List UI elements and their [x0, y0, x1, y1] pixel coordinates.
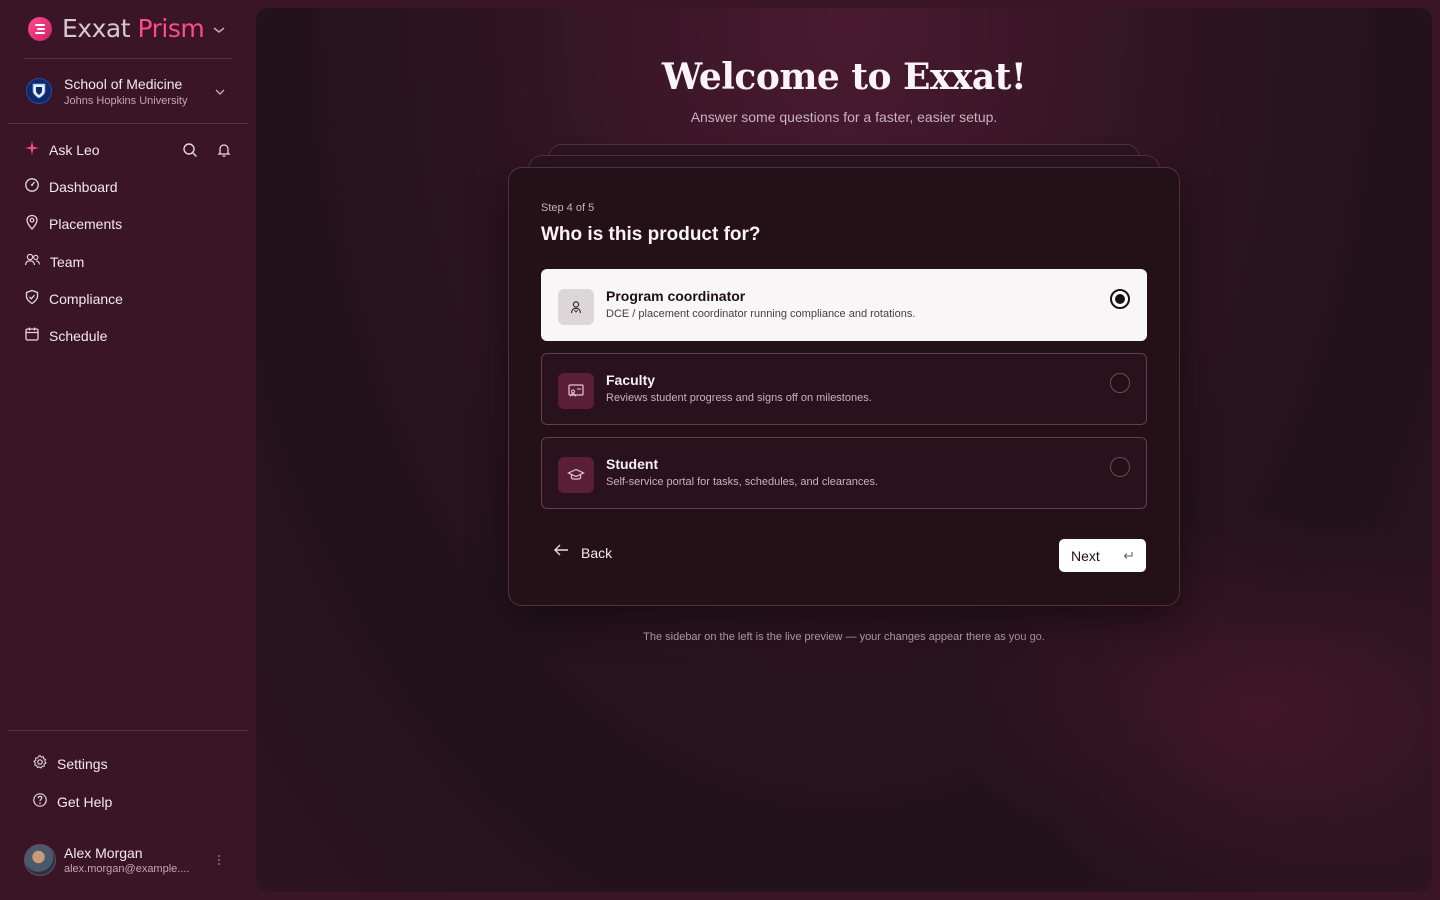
sparkle-icon	[24, 140, 40, 161]
option-title: Student	[606, 456, 659, 472]
divider	[24, 58, 232, 59]
brand-name: Exxat Prism	[62, 14, 205, 43]
option-description: Self-service portal for tasks, schedules…	[606, 476, 879, 488]
users-icon	[24, 252, 41, 273]
option-title: Faculty	[606, 372, 656, 388]
enter-key-icon	[1122, 549, 1134, 567]
university-crest-icon	[26, 78, 52, 104]
nav-item-schedule[interactable]: Schedule	[24, 325, 107, 347]
nav-label: Compliance	[49, 291, 123, 307]
main-panel: Welcome to Exxat! Answer some questions …	[256, 8, 1432, 892]
footnote: The sidebar on the left is the live prev…	[643, 631, 1045, 643]
presentation-icon	[558, 373, 594, 409]
page-subtitle: Answer some questions for a faster, easi…	[690, 109, 998, 125]
nav-label: Settings	[57, 756, 108, 772]
brand[interactable]: Exxat Prism	[28, 14, 205, 43]
nav-item-team[interactable]: Team	[24, 251, 84, 273]
help-circle-icon	[32, 792, 48, 813]
map-pin-icon	[24, 214, 40, 235]
onboarding-card: Step 4 of 5 Who is this product for? Pro…	[508, 167, 1180, 606]
graduation-cap-icon	[558, 457, 594, 493]
calendar-icon	[24, 326, 40, 347]
question-title: Who is this product for?	[541, 224, 761, 245]
nav-item-settings[interactable]: Settings	[32, 753, 108, 775]
back-label: Back	[581, 544, 613, 561]
option-student[interactable]: Student Self-service portal for tasks, s…	[541, 437, 1147, 509]
next-button[interactable]: Next	[1059, 539, 1146, 572]
step-indicator: Step 4 of 5	[541, 202, 595, 214]
option-description: DCE / placement coordinator running comp…	[606, 308, 916, 320]
chevron-down-icon[interactable]	[212, 22, 226, 40]
brand-name-part1: Exxat	[62, 14, 131, 43]
nav-item-placements[interactable]: Placements	[24, 213, 122, 235]
avatar	[24, 844, 56, 876]
nav-label: Dashboard	[49, 179, 118, 195]
sidebar: Exxat Prism School of Medicine Johns Hop…	[0, 0, 256, 900]
org-subtitle: Johns Hopkins University	[64, 94, 188, 107]
option-description: Reviews student progress and signs off o…	[606, 392, 872, 404]
divider	[8, 730, 248, 731]
page-title: Welcome to Exxat!	[661, 56, 1027, 98]
search-icon[interactable]	[180, 140, 200, 160]
user-name: Alex Morgan	[64, 845, 143, 861]
back-button[interactable]: Back	[553, 543, 612, 562]
option-program-coordinator[interactable]: Program coordinator DCE / placement coor…	[541, 269, 1147, 341]
divider	[8, 123, 248, 124]
nav-label: Get Help	[57, 794, 113, 810]
radio-selected[interactable]	[1110, 289, 1130, 309]
nav-item-ask-leo[interactable]: Ask Leo	[24, 139, 100, 161]
arrow-left-icon	[553, 543, 569, 562]
nav-item-get-help[interactable]: Get Help	[32, 791, 112, 813]
nav-label: Schedule	[49, 328, 108, 344]
user-profile[interactable]: Alex Morgan alex.morgan@example....	[24, 844, 190, 876]
radio-unselected[interactable]	[1110, 457, 1130, 477]
option-title: Program coordinator	[606, 288, 746, 304]
more-vertical-icon[interactable]	[214, 852, 224, 868]
nav-label: Team	[50, 254, 85, 270]
brand-name-part2: Prism	[137, 14, 205, 43]
brand-logo-icon	[28, 16, 52, 41]
user-icon	[558, 289, 594, 325]
shield-check-icon	[24, 289, 40, 310]
radio-unselected[interactable]	[1110, 373, 1130, 393]
org-switcher[interactable]: School of Medicine Johns Hopkins Univers…	[26, 72, 236, 110]
chevron-down-icon	[214, 84, 226, 102]
gear-icon	[32, 754, 48, 775]
nav-item-dashboard[interactable]: Dashboard	[24, 176, 118, 198]
nav-label: Placements	[49, 216, 123, 232]
bell-icon[interactable]	[214, 140, 234, 160]
next-label: Next	[1071, 547, 1100, 564]
nav-item-compliance[interactable]: Compliance	[24, 288, 123, 310]
gauge-icon	[24, 177, 40, 198]
user-email: alex.morgan@example....	[64, 863, 190, 875]
org-name: School of Medicine	[64, 75, 183, 92]
nav-label: Ask Leo	[49, 142, 100, 158]
option-faculty[interactable]: Faculty Reviews student progress and sig…	[541, 353, 1147, 425]
